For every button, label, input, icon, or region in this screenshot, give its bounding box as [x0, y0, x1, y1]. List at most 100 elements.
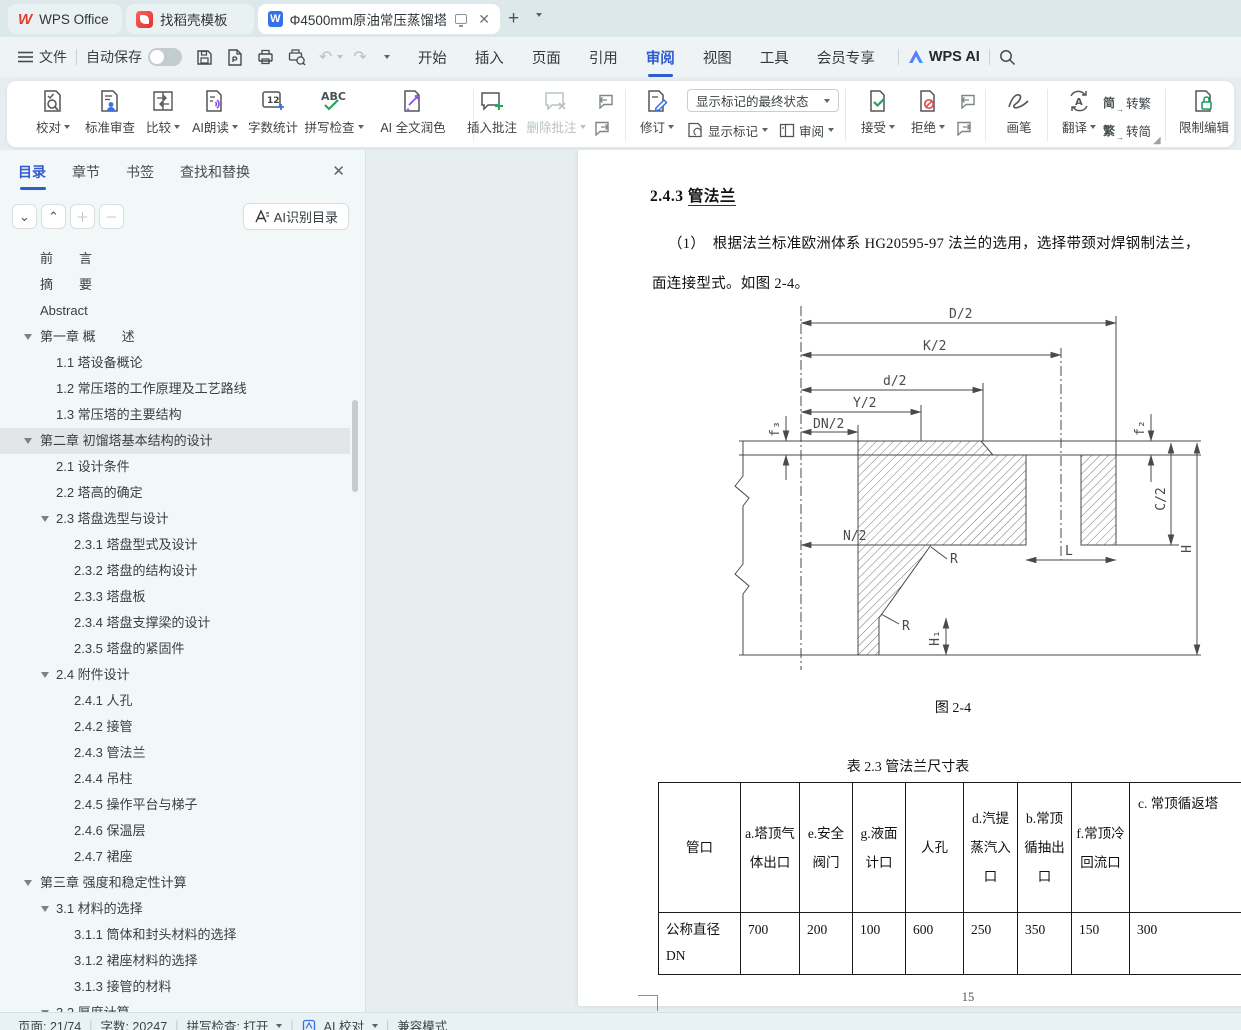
- close-tab-icon[interactable]: ✕: [478, 11, 490, 28]
- ai-polish-button[interactable]: AI 全文润色: [365, 89, 461, 136]
- toc-collapse-arrow-icon[interactable]: [24, 880, 32, 886]
- show-markup-button[interactable]: 显示标记: [687, 118, 768, 142]
- tab-list-chevron-icon[interactable]: [536, 13, 542, 17]
- wps-ai-button[interactable]: WPS AI: [908, 49, 980, 65]
- toc-item[interactable]: Abstract: [0, 298, 350, 324]
- menu-reference[interactable]: 引用: [575, 47, 632, 68]
- toc-collapse-arrow-icon[interactable]: [24, 334, 32, 340]
- insert-comment-button[interactable]: 插入批注: [463, 89, 521, 136]
- toc-item[interactable]: 第一章 概 述: [0, 324, 350, 350]
- menu-view[interactable]: 视图: [689, 47, 746, 68]
- toc-item[interactable]: 2.4.7 裙座: [0, 844, 350, 870]
- toc-collapse-arrow-icon[interactable]: [41, 516, 49, 522]
- toc-item[interactable]: 3.1 材料的选择: [0, 896, 350, 922]
- next-comment-button[interactable]: [591, 117, 617, 139]
- save-button[interactable]: [196, 49, 213, 66]
- markup-state-select[interactable]: 显示标记的最终状态: [687, 89, 839, 112]
- to-traditional-button[interactable]: 简 转繁: [1103, 90, 1151, 114]
- document-page[interactable]: 2.4.3 管法兰 （1） 根据法兰标准欧洲体系 HG20595-97 法兰的选…: [578, 150, 1241, 1006]
- toc-item[interactable]: 3.1.1 筒体和封头材料的选择: [0, 922, 350, 948]
- toc-item[interactable]: 1.1 塔设备概论: [0, 350, 350, 376]
- restrict-editing-button[interactable]: 限制编辑: [1171, 89, 1237, 136]
- toc-item[interactable]: 2.3.4 塔盘支撑梁的设计: [0, 610, 350, 636]
- translate-button[interactable]: A 翻译: [1055, 89, 1103, 136]
- toc-collapse-arrow-icon[interactable]: [41, 672, 49, 678]
- accept-button[interactable]: 接受: [855, 89, 901, 136]
- tab-find-replace[interactable]: 查找和替换: [180, 162, 250, 190]
- menu-insert[interactable]: 插入: [461, 47, 518, 68]
- toc-item[interactable]: 2.4.1 人孔: [0, 688, 350, 714]
- group-expand-icon[interactable]: ◢: [1153, 135, 1161, 146]
- tab-chapters[interactable]: 章节: [72, 162, 100, 190]
- print-button[interactable]: [257, 49, 274, 65]
- ai-recognize-toc-button[interactable]: AI识别目录: [243, 203, 349, 230]
- previous-change-button[interactable]: [953, 90, 979, 112]
- menu-page[interactable]: 页面: [518, 47, 575, 68]
- sidebar-close-icon[interactable]: ✕: [332, 162, 345, 180]
- toc-item[interactable]: 2.4 附件设计: [0, 662, 350, 688]
- word-count-button[interactable]: 12 字数统计: [245, 89, 301, 136]
- undo-chevron-icon[interactable]: [337, 55, 343, 59]
- review-pane-button[interactable]: 审阅: [779, 118, 834, 142]
- toc-expand-down-button[interactable]: ⌄: [12, 204, 37, 229]
- spell-check-button[interactable]: ABC 拼写检查: [303, 89, 365, 136]
- status-word-count[interactable]: 字数: 20247: [100, 1016, 167, 1030]
- compare-button[interactable]: 比较: [141, 89, 185, 136]
- toc-item[interactable]: 3.2 厚度计算: [0, 1000, 350, 1012]
- toc-zoom-out-button[interactable]: －: [99, 204, 124, 229]
- tab-document[interactable]: W Φ4500mm原油常压蒸馏塔机 ✕: [258, 4, 500, 34]
- toc-collapse-up-button[interactable]: ⌃: [41, 204, 66, 229]
- status-spell-check[interactable]: 拼写检查: 打开: [186, 1016, 268, 1030]
- status-ai-proof[interactable]: AI 校对: [324, 1016, 364, 1030]
- status-spell-chevron-icon[interactable]: [276, 1024, 282, 1028]
- status-ai-proof-chevron-icon[interactable]: [372, 1024, 378, 1028]
- tab-contents[interactable]: 目录: [18, 162, 46, 190]
- toc-item[interactable]: 1.3 常压塔的主要结构: [0, 402, 350, 428]
- toc-item[interactable]: 2.1 设计条件: [0, 454, 350, 480]
- toc-item[interactable]: 摘 要: [0, 272, 350, 298]
- print-preview-button[interactable]: [288, 49, 306, 66]
- toc-zoom-in-button[interactable]: ＋: [70, 204, 95, 229]
- new-tab-button[interactable]: +: [508, 8, 519, 30]
- menu-start[interactable]: 开始: [404, 47, 461, 68]
- export-pdf-button[interactable]: [227, 49, 243, 66]
- ai-read-button[interactable]: AI朗读: [187, 89, 243, 136]
- track-changes-button[interactable]: 修订: [635, 89, 679, 136]
- toc-item[interactable]: 2.3.5 塔盘的紧固件: [0, 636, 350, 662]
- toc-item[interactable]: 1.2 常压塔的工作原理及工艺路线: [0, 376, 350, 402]
- proofread-button[interactable]: 校对: [29, 89, 77, 136]
- toc-item[interactable]: 3.1.3 接管的材料: [0, 974, 350, 1000]
- file-menu-button[interactable]: 文件: [18, 47, 67, 67]
- previous-comment-button[interactable]: [591, 90, 617, 112]
- toc-item[interactable]: 3.1.2 裙座材料的选择: [0, 948, 350, 974]
- undo-button[interactable]: ↶: [319, 47, 332, 67]
- toc-collapse-arrow-icon[interactable]: [24, 438, 32, 444]
- toc-item[interactable]: 2.4.3 管法兰: [0, 740, 350, 766]
- toc-item[interactable]: 2.4.4 吊柱: [0, 766, 350, 792]
- tab-bookmarks[interactable]: 书签: [126, 162, 154, 190]
- search-button[interactable]: [999, 49, 1016, 66]
- toc-item[interactable]: 2.3.3 塔盘板: [0, 584, 350, 610]
- menu-tools[interactable]: 工具: [746, 47, 803, 68]
- autosave-toggle[interactable]: [148, 48, 182, 66]
- collapse-toolbar-chevron-icon[interactable]: [384, 55, 390, 59]
- menu-review[interactable]: 审阅: [632, 47, 689, 68]
- toc-item[interactable]: 2.4.2 接管: [0, 714, 350, 740]
- status-compat-mode[interactable]: 兼容模式: [397, 1016, 447, 1030]
- toc-item[interactable]: 2.4.6 保温层: [0, 818, 350, 844]
- toc-item[interactable]: 前 言: [0, 246, 350, 272]
- toc-item[interactable]: 2.3.2 塔盘的结构设计: [0, 558, 350, 584]
- menu-member[interactable]: 会员专享: [803, 47, 889, 68]
- toc-item[interactable]: 2.3.1 塔盘型式及设计: [0, 532, 350, 558]
- toc-item[interactable]: 2.4.5 操作平台与梯子: [0, 792, 350, 818]
- toc-item[interactable]: 2.2 塔高的确定: [0, 480, 350, 506]
- toc-item[interactable]: 2.3 塔盘选型与设计: [0, 506, 350, 532]
- autosave-control[interactable]: 自动保存: [86, 47, 182, 67]
- standard-review-button[interactable]: 标准审查: [81, 89, 139, 136]
- ink-pen-button[interactable]: 画笔: [997, 89, 1041, 136]
- toc-item[interactable]: 第三章 强度和稳定性计算: [0, 870, 350, 896]
- to-simplified-button[interactable]: 繁 转简: [1103, 118, 1151, 142]
- reject-button[interactable]: 拒绝: [905, 89, 951, 136]
- status-page[interactable]: 页面: 21/74: [18, 1016, 81, 1030]
- screen-share-icon[interactable]: [455, 14, 467, 24]
